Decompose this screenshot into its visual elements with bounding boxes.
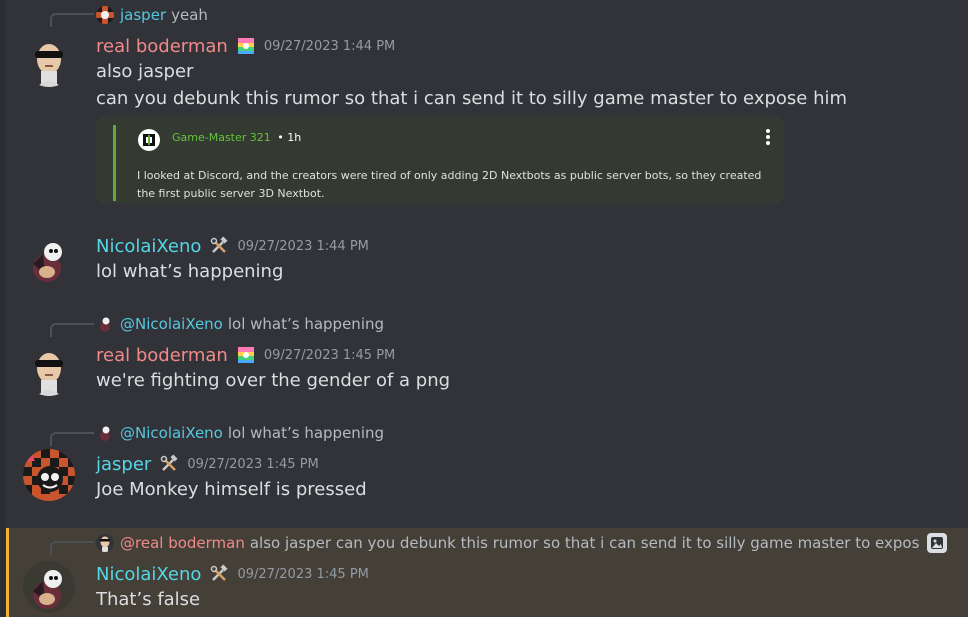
jasper-avatar-mini: [96, 6, 114, 24]
reply-author[interactable]: @NicolaiXeno: [120, 424, 223, 442]
username[interactable]: real boderman: [96, 345, 228, 366]
reply-text[interactable]: also jasper can you debunk this rumor so…: [250, 534, 920, 552]
hammer-wrench-icon: [209, 564, 229, 584]
more-options-icon[interactable]: [766, 129, 770, 145]
embedded-image-card[interactable]: Game-Master 321 • 1h I looked at Discord…: [96, 117, 784, 203]
username[interactable]: NicolaiXeno: [96, 564, 201, 585]
reply-preview[interactable]: @real boderman also jasper can you debun…: [96, 533, 948, 553]
message-text: also jasper: [96, 61, 194, 82]
message-group[interactable]: @NicolaiXeno lol what’s happening real b…: [6, 310, 968, 400]
embed-time: 1h: [287, 131, 302, 144]
embed-separator: •: [277, 131, 284, 144]
reply-text[interactable]: lol what’s happening: [228, 315, 384, 333]
message-header: real boderman 09/27/2023 1:44 PM: [96, 34, 395, 58]
message-group[interactable]: @NicolaiXeno lol what’s happening jasper…: [6, 419, 968, 509]
reply-text[interactable]: yeah: [171, 6, 208, 24]
message-header: jasper 09/27/2023 1:45 PM: [96, 452, 319, 476]
real-boderman-avatar-mini: [96, 534, 114, 552]
hammer-wrench-icon: [209, 236, 229, 256]
message-text: can you debunk this rumor so that i can …: [96, 88, 848, 109]
message-header: real boderman 09/27/2023 1:45 PM: [96, 343, 395, 367]
embed-author-line: Game-Master 321 • 1h: [172, 131, 301, 144]
rainbow-badge-icon: [236, 36, 256, 56]
real-boderman-avatar[interactable]: [23, 344, 75, 396]
embed-author[interactable]: Game-Master 321: [172, 131, 271, 144]
real-boderman-avatar[interactable]: [23, 35, 75, 87]
message-text: Joe Monkey himself is pressed: [96, 479, 367, 500]
reply-author[interactable]: jasper: [120, 6, 166, 24]
reply-text[interactable]: lol what’s happening: [228, 424, 384, 442]
jasper-avatar[interactable]: [23, 449, 75, 501]
nicolaixeno-avatar-mini: [96, 424, 114, 442]
message-text: lol what’s happening: [96, 261, 284, 282]
message-group[interactable]: NicolaiXeno 09/27/2023 1:44 PM lol what’…: [6, 230, 968, 300]
embed-body: I looked at Discord, and the creators we…: [137, 169, 762, 200]
username[interactable]: jasper: [96, 454, 151, 475]
reply-spine: [50, 432, 94, 446]
message-group[interactable]: jasper yeah real boderman 09/27/2023 1:4…: [6, 0, 968, 210]
nicolaixeno-avatar[interactable]: [23, 561, 75, 613]
message-group-mentioned[interactable]: @real boderman also jasper can you debun…: [6, 528, 968, 617]
timestamp: 09/27/2023 1:45 PM: [263, 347, 396, 363]
timestamp: 09/27/2023 1:45 PM: [187, 456, 319, 472]
message-text: we're fighting over the gender of a png: [96, 370, 451, 391]
game-master-avatar: [138, 129, 160, 151]
rainbow-badge-icon: [236, 345, 256, 365]
nicolaixeno-avatar-mini: [96, 315, 114, 333]
message-header: NicolaiXeno 09/27/2023 1:45 PM: [96, 562, 369, 586]
nicolaixeno-avatar[interactable]: [23, 234, 75, 286]
reply-author[interactable]: @real boderman: [120, 534, 245, 552]
timestamp: 09/27/2023 1:44 PM: [263, 38, 396, 54]
message-header: NicolaiXeno 09/27/2023 1:44 PM: [96, 234, 369, 258]
username[interactable]: real boderman: [96, 36, 228, 57]
message-text: That’s false: [96, 589, 201, 610]
hammer-wrench-icon: [159, 454, 179, 474]
reply-preview[interactable]: jasper yeah: [96, 5, 208, 25]
reply-author[interactable]: @NicolaiXeno: [120, 315, 223, 333]
embed-accent-bar: [113, 125, 116, 201]
image-icon: [927, 533, 948, 553]
reply-spine: [50, 13, 94, 27]
reply-spine: [50, 541, 94, 555]
reply-preview[interactable]: @NicolaiXeno lol what’s happening: [96, 423, 384, 443]
reply-spine: [50, 323, 94, 337]
timestamp: 09/27/2023 1:44 PM: [237, 238, 369, 254]
timestamp: 09/27/2023 1:45 PM: [237, 566, 369, 582]
username[interactable]: NicolaiXeno: [96, 236, 201, 257]
reply-preview[interactable]: @NicolaiXeno lol what’s happening: [96, 314, 384, 334]
